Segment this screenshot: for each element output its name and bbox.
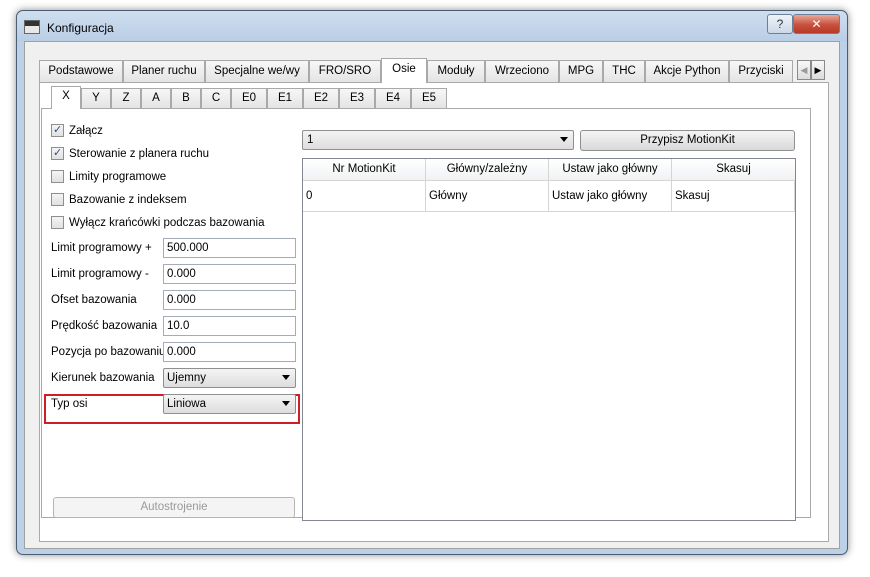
index-homing-label: Bazowanie z indeksem <box>69 194 187 206</box>
motionkit-select[interactable]: 1 <box>302 130 574 150</box>
tab-akcje-python[interactable]: Akcje Python <box>645 60 729 82</box>
homing-speed-input[interactable]: 10.0 <box>163 316 296 336</box>
set-main-action[interactable]: Ustaw jako główny <box>549 181 672 212</box>
tab-mpg[interactable]: MPG <box>559 60 603 82</box>
homing-direction-select[interactable]: Ujemny <box>163 368 296 388</box>
motionkit-select-value: 1 <box>307 134 314 146</box>
tab-scroll-buttons: ◀ ▶ <box>797 60 827 80</box>
soft-limits-label: Limity programowe <box>69 171 167 183</box>
homing-offset-input[interactable]: 0.000 <box>163 290 296 310</box>
axis-type-value: Liniowa <box>167 398 206 410</box>
window-title: Konfiguracja <box>47 21 114 35</box>
soft-limit-plus-label: Limit programowy + <box>51 242 152 254</box>
disable-limits-checkbox[interactable] <box>51 216 64 229</box>
tab-axis-c[interactable]: C <box>201 88 231 108</box>
tab-fro-sro[interactable]: FRO/SRO <box>309 60 381 82</box>
chevron-down-icon <box>282 375 290 380</box>
tab-axis-e2[interactable]: E2 <box>303 88 339 108</box>
soft-limits-checkbox[interactable] <box>51 170 64 183</box>
tab-axis-e0[interactable]: E0 <box>231 88 267 108</box>
check-icon: ✓ <box>53 124 63 136</box>
tab-thc[interactable]: THC <box>603 60 645 82</box>
chevron-down-icon <box>560 137 568 142</box>
column-header-main-slave[interactable]: Główny/zależny <box>426 159 549 181</box>
tab-axis-y[interactable]: Y <box>81 88 111 108</box>
tab-axis-x[interactable]: X <box>51 86 81 109</box>
enable-checkbox[interactable]: ✓ <box>51 124 64 137</box>
tab-axis-a[interactable]: A <box>141 88 171 108</box>
soft-limit-minus-input[interactable]: 0.000 <box>163 264 296 284</box>
tab-axis-z[interactable]: Z <box>111 88 141 108</box>
planner-control-checkbox[interactable]: ✓ <box>51 147 64 160</box>
position-after-homing-input[interactable]: 0.000 <box>163 342 296 362</box>
title-bar[interactable]: Konfiguracja ? ✕ <box>17 11 847 41</box>
disable-limits-label: Wyłącz krańcówki podczas bazowania <box>69 217 265 229</box>
tab-podstawowe[interactable]: Podstawowe <box>39 60 123 82</box>
tab-wrzeciono[interactable]: Wrzeciono <box>485 60 559 82</box>
delete-action[interactable]: Skasuj <box>672 181 795 212</box>
tab-axis-e4[interactable]: E4 <box>375 88 411 108</box>
check-icon: ✓ <box>53 147 63 159</box>
motionkit-table: Nr MotionKit Główny/zależny Ustaw jako g… <box>302 158 796 521</box>
tab-axis-e5[interactable]: E5 <box>411 88 447 108</box>
chevron-down-icon <box>282 401 290 406</box>
tab-specjalne-we-wy[interactable]: Specjalne we/wy <box>205 60 309 82</box>
column-header-nr[interactable]: Nr MotionKit <box>303 159 426 181</box>
column-header-delete[interactable]: Skasuj <box>672 159 795 181</box>
homing-direction-label: Kierunek bazowania <box>51 372 155 384</box>
cell-main-slave: Główny <box>426 181 549 212</box>
homing-offset-label: Ofset bazowania <box>51 294 137 306</box>
tab-osie[interactable]: Osie <box>381 58 427 83</box>
tab-axis-e1[interactable]: E1 <box>267 88 303 108</box>
tab-axis-b[interactable]: B <box>171 88 201 108</box>
soft-limit-minus-label: Limit programowy - <box>51 268 149 280</box>
enable-label: Załącz <box>69 125 103 137</box>
tab-moduly[interactable]: Moduły <box>427 60 485 82</box>
scroll-left-icon[interactable]: ◀ <box>797 60 811 80</box>
index-homing-checkbox[interactable] <box>51 193 64 206</box>
axis-type-label: Typ osi <box>51 398 88 410</box>
homing-direction-value: Ujemny <box>167 372 206 384</box>
axis-type-select[interactable]: Liniowa <box>163 394 296 414</box>
cell-nr: 0 <box>303 181 426 212</box>
close-button[interactable]: ✕ <box>793 14 840 34</box>
dialog-client-area: Podstawowe Planer ruchu Specjalne we/wy … <box>24 41 840 549</box>
autotune-button[interactable]: Autostrojenie <box>53 497 295 518</box>
help-button[interactable]: ? <box>767 14 793 34</box>
soft-limit-plus-input[interactable]: 500.000 <box>163 238 296 258</box>
app-icon <box>24 20 40 34</box>
tab-przyciski[interactable]: Przyciski <box>729 60 793 82</box>
position-after-homing-label: Pozycja po bazowaniu <box>51 346 166 358</box>
tab-planer-ruchu[interactable]: Planer ruchu <box>123 60 205 82</box>
homing-speed-label: Prędkość bazowania <box>51 320 158 332</box>
planner-control-label: Sterowanie z planera ruchu <box>69 148 209 160</box>
table-header: Nr MotionKit Główny/zależny Ustaw jako g… <box>303 159 795 181</box>
table-row[interactable]: 0 Główny Ustaw jako główny Skasuj <box>303 181 795 212</box>
tab-axis-e3[interactable]: E3 <box>339 88 375 108</box>
assign-motionkit-button[interactable]: Przypisz MotionKit <box>580 130 795 151</box>
column-header-set-main[interactable]: Ustaw jako główny <box>549 159 672 181</box>
scroll-right-icon[interactable]: ▶ <box>811 60 825 80</box>
config-window: Konfiguracja ? ✕ Podstawowe Planer ruchu… <box>16 10 848 555</box>
